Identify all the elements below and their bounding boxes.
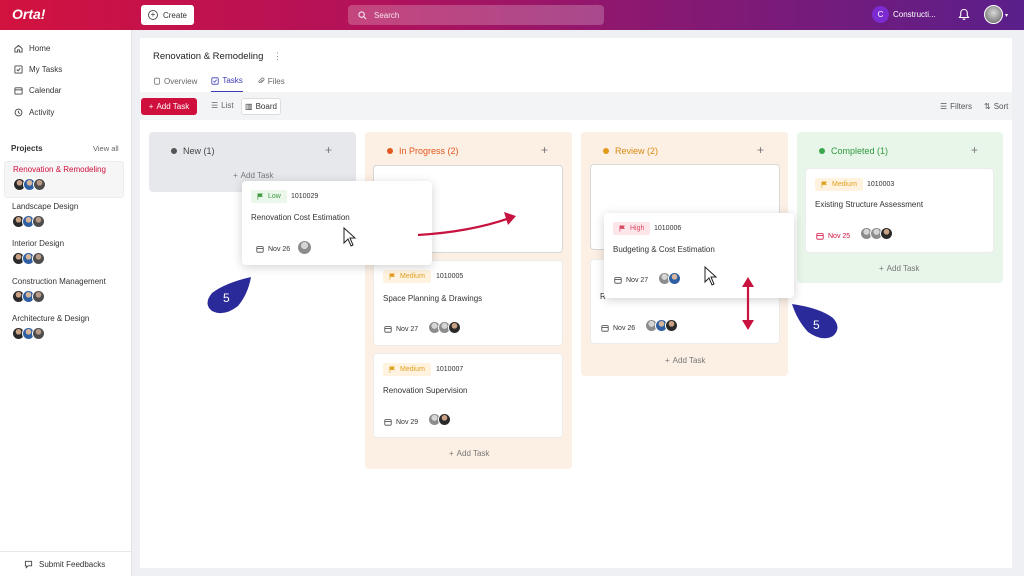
step-number: 5: [223, 291, 230, 305]
annotation-overlay: [207, 212, 838, 339]
cursor-icon: [704, 265, 718, 286]
drag-arrow-right: [417, 216, 511, 237]
arrowhead-down: [742, 320, 754, 330]
cursor-icon: [343, 226, 357, 247]
arrowhead-up: [742, 277, 754, 287]
step-number: 5: [813, 318, 820, 332]
